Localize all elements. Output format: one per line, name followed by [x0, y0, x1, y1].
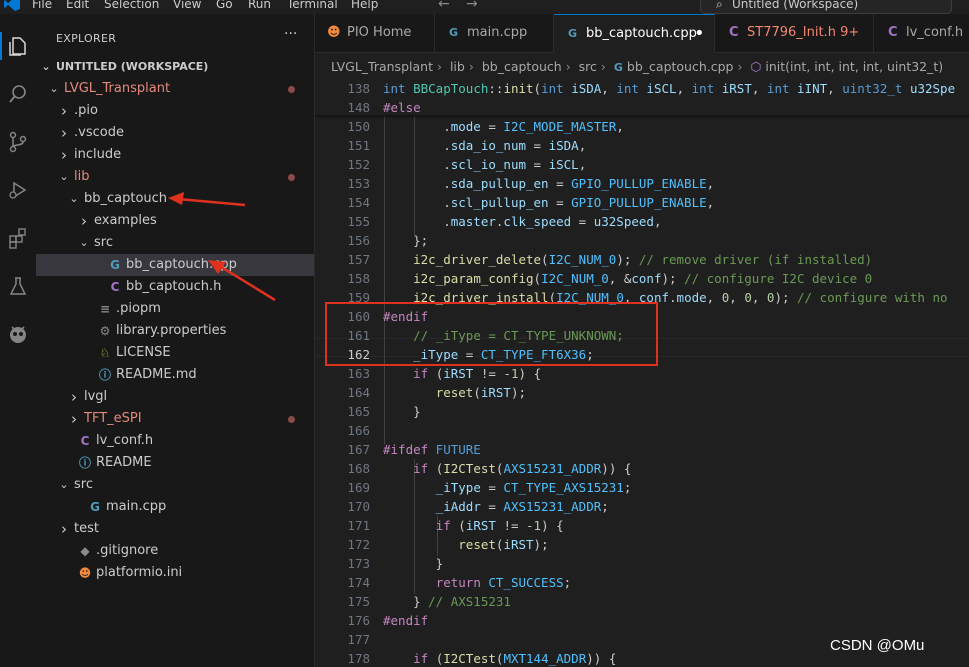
annotation-arrow — [208, 260, 276, 302]
annotation-arrow — [168, 192, 246, 207]
watermark: CSDN @OMu — [830, 637, 925, 654]
annotation-arrows — [168, 192, 276, 302]
